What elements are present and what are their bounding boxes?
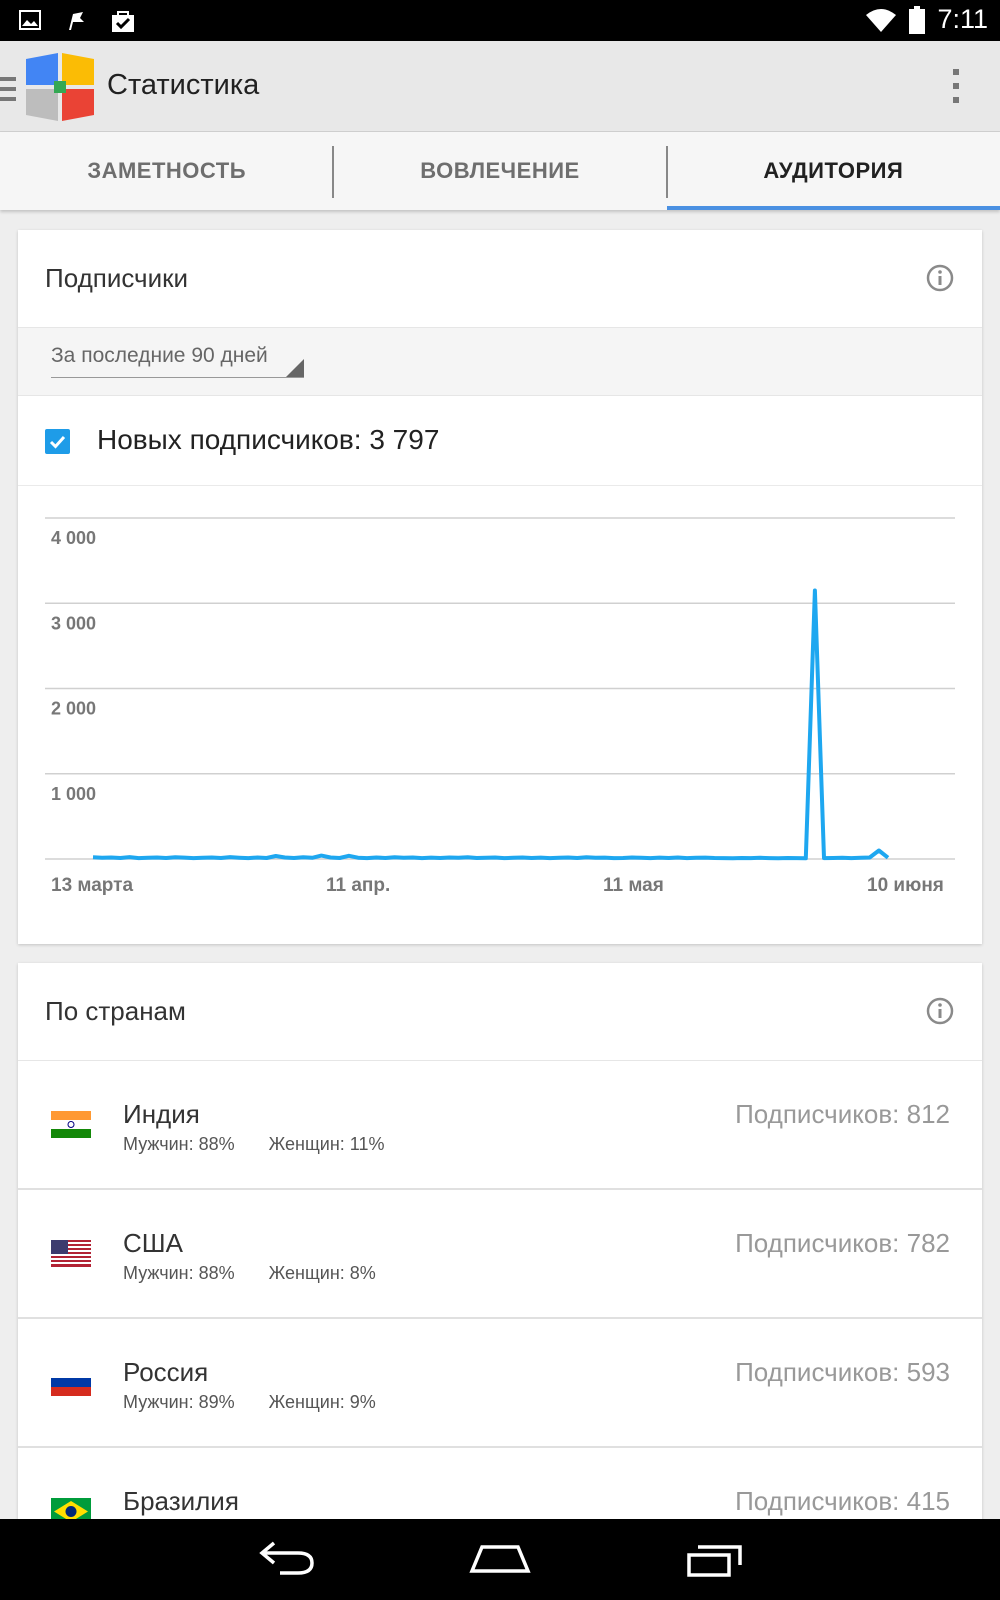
series-line — [92, 588, 890, 861]
battery-icon — [909, 5, 926, 34]
image-icon — [19, 10, 41, 30]
tab-divider — [666, 146, 668, 198]
country-row-usa[interactable]: США Мужчин: 88% Женщин: 8% Подписчиков: … — [18, 1190, 982, 1319]
shopping-bag-check-icon — [112, 11, 134, 32]
wifi-icon — [866, 8, 897, 32]
subscribers-chart: 4 000 3 000 2 000 1 000 13 марта 11 апр. 11 ма… — [18, 486, 982, 930]
tab-divider — [332, 146, 334, 198]
status-bar: 7:11 — [0, 0, 1000, 41]
x-tick-label: 10 июня — [867, 875, 944, 896]
countries-card: По странам Индия Мужчин: 88% Женщин: 11%… — [18, 963, 982, 1525]
tab-bar: ЗАМЕТНОСТЬ ВОВЛЕЧЕНИЕ АУДИТОРИЯ — [0, 132, 1000, 210]
men-percent: Мужчин: 88% — [123, 1263, 235, 1283]
y-tick-label: 1 000 — [51, 784, 96, 804]
country-name: Бразилия — [123, 1486, 239, 1516]
tab-audience[interactable]: АУДИТОРИЯ — [666, 132, 1000, 210]
menu-icon[interactable] — [0, 77, 18, 103]
subscribers-title: Подписчики — [45, 263, 189, 293]
country-subscribers: Подписчиков: 812 — [735, 1099, 950, 1129]
dropdown-triangle-icon — [286, 359, 304, 377]
country-subscribers: Подписчиков: 782 — [735, 1228, 950, 1258]
countries-title: По странам — [45, 996, 186, 1026]
flag-icon — [69, 12, 84, 30]
new-subscribers-label: Новых подписчиков: 3 797 — [97, 424, 440, 455]
tab-engagement[interactable]: ВОВЛЕЧЕНИЕ — [333, 132, 666, 210]
usa-flag-icon — [51, 1240, 91, 1267]
country-subscribers: Подписчиков: 593 — [735, 1357, 950, 1387]
men-percent: Мужчин: 89% — [123, 1392, 235, 1412]
x-tick-label: 11 апр. — [326, 875, 390, 896]
women-percent: Женщин: 8% — [268, 1263, 376, 1283]
new-subscribers-checkbox[interactable] — [45, 429, 70, 454]
country-name: Индия — [123, 1099, 200, 1129]
women-percent: Женщин: 9% — [268, 1392, 376, 1412]
check-icon — [49, 435, 66, 449]
navigation-bar — [0, 1519, 1000, 1600]
tab-visibility[interactable]: ЗАМЕТНОСТЬ — [0, 132, 333, 210]
country-row-russia[interactable]: Россия Мужчин: 89% Женщин: 9% Подписчико… — [18, 1319, 982, 1448]
men-percent: Мужчин: 88% — [123, 1134, 235, 1154]
home-icon[interactable] — [468, 1539, 532, 1579]
period-dropdown[interactable]: За последние 90 дней — [51, 344, 304, 378]
app-bar: Статистика — [0, 41, 1000, 132]
x-tick-label: 13 марта — [51, 875, 133, 896]
status-time: 7:11 — [937, 4, 988, 34]
subscribers-card: Подписчики За последние 90 дней Новых по… — [18, 230, 982, 944]
y-tick-label: 4 000 — [51, 528, 96, 548]
period-label: За последние 90 дней — [51, 344, 268, 367]
russia-flag-icon — [51, 1369, 91, 1396]
country-subscribers: Подписчиков: 415 — [735, 1486, 950, 1516]
app-logo[interactable] — [24, 51, 96, 123]
country-name: США — [123, 1228, 183, 1258]
recents-icon[interactable] — [686, 1539, 744, 1579]
app-title: Статистика — [107, 69, 260, 101]
info-icon[interactable] — [926, 264, 954, 292]
chart-svg: 4 000 3 000 2 000 1 000 13 марта 11 апр. 11 ма… — [45, 517, 955, 896]
info-icon[interactable] — [926, 997, 954, 1025]
y-tick-label: 2 000 — [51, 699, 96, 719]
back-icon[interactable] — [258, 1539, 316, 1577]
women-percent: Женщин: 11% — [268, 1134, 385, 1154]
x-tick-label: 11 мая — [603, 875, 664, 896]
country-name: Россия — [123, 1357, 209, 1387]
y-tick-label: 3 000 — [51, 613, 96, 633]
country-row-india[interactable]: Индия Мужчин: 88% Женщин: 11% Подписчико… — [18, 1061, 982, 1190]
india-flag-icon — [51, 1111, 91, 1138]
overflow-menu-icon[interactable] — [952, 69, 960, 105]
